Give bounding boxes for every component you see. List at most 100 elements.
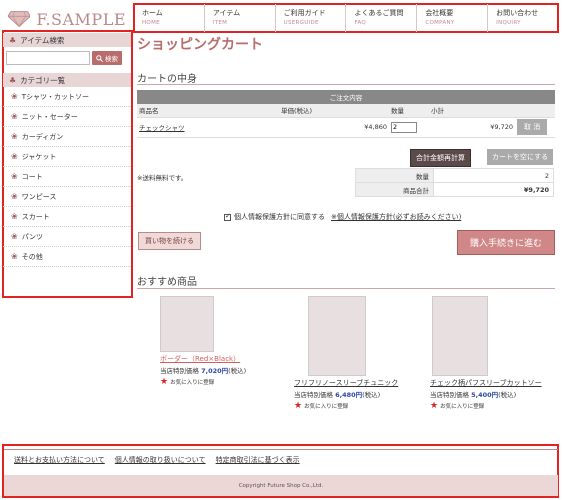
category-label: ジャケット bbox=[21, 152, 57, 161]
favorite-link[interactable]: ★ お気に入りに登録 bbox=[160, 377, 270, 387]
product-photo-placeholder[interactable] bbox=[432, 296, 488, 376]
item-search-heading-label: アイテム検索 bbox=[20, 35, 65, 45]
footer-divider bbox=[4, 449, 558, 450]
flower-bullet-icon: ❀ bbox=[11, 172, 18, 181]
footer-link-privacy[interactable]: 個人情報の取り扱いについて bbox=[115, 455, 206, 465]
recommend-heading-divider bbox=[137, 288, 555, 289]
product-name[interactable]: フリフリノースリーブチュニック bbox=[294, 378, 414, 388]
category-label: Tシャツ・カットソー bbox=[21, 92, 89, 101]
nav-label: 会社概要 bbox=[425, 9, 454, 17]
nav-sublabel: HOME bbox=[142, 20, 160, 26]
category-label: スカート bbox=[21, 212, 50, 221]
favorite-link[interactable]: ★ お気に入りに登録 bbox=[294, 401, 414, 411]
copyright-text: Copyright Future Shop Co.,Ltd. bbox=[238, 482, 324, 489]
price-label: 当店特別価格 bbox=[294, 391, 333, 399]
product-photo-placeholder[interactable] bbox=[160, 296, 214, 352]
star-icon: ★ bbox=[294, 401, 303, 411]
product-photo-placeholder[interactable] bbox=[308, 296, 366, 376]
favorite-label: お気に入りに登録 bbox=[304, 404, 349, 410]
product-name[interactable]: ボーダー（Red×Black） bbox=[160, 354, 270, 364]
flower-bullet-icon: ❀ bbox=[11, 152, 18, 161]
col-delete-header bbox=[515, 104, 555, 118]
search-input[interactable] bbox=[6, 51, 90, 65]
nav-label: よくあるご質問 bbox=[354, 9, 404, 17]
category-item[interactable]: ❀ その他 bbox=[3, 247, 131, 267]
favorite-label: お気に入りに登録 bbox=[440, 404, 485, 410]
cart-heading-divider bbox=[137, 84, 555, 85]
nav-label: ホーム bbox=[142, 9, 163, 17]
category-label: その他 bbox=[21, 252, 43, 261]
tax-label: (税込) bbox=[228, 367, 247, 375]
privacy-row: ✓ 個人情報保護方針に同意する ※個人情報保護方針(必ずお読みください) bbox=[224, 212, 461, 222]
nav-inquiry[interactable]: お問い合わせ INQUIRY bbox=[488, 4, 558, 32]
category-item[interactable]: ❀ Tシャツ・カットソー bbox=[3, 87, 131, 107]
checkmark-icon: ✓ bbox=[225, 211, 231, 220]
search-button-label: 検索 bbox=[105, 55, 118, 63]
diamond-logo-icon bbox=[8, 11, 31, 28]
cart-table-caption: ご注文内容 bbox=[137, 90, 555, 104]
nav-label: アイテム bbox=[212, 9, 241, 17]
sum-total-value: ¥9,720 bbox=[433, 182, 554, 197]
privacy-checkbox[interactable]: ✓ bbox=[224, 211, 231, 221]
table-row: チェックシャツ ¥4,860 ¥9,720 取 消 bbox=[137, 117, 555, 138]
global-nav: ホーム HOME アイテム ITEM ご利用ガイド USERGUIDE よくあるご質問… bbox=[134, 4, 558, 32]
copyright-band: Copyright Future Shop Co.,Ltd. bbox=[4, 475, 558, 496]
site-logo[interactable]: F.SAMPLE bbox=[8, 6, 126, 32]
category-list: ❀ Tシャツ・カットソー ❀ ニット・セーター ❀ カーディガン ❀ ジャケット ❀ コー… bbox=[3, 87, 131, 267]
category-item[interactable]: ❀ パンツ bbox=[3, 227, 131, 247]
logo-text: F.SAMPLE bbox=[36, 9, 126, 29]
category-item[interactable]: ❀ カーディガン bbox=[3, 127, 131, 147]
category-item[interactable]: ❀ ニット・セーター bbox=[3, 107, 131, 127]
category-heading: ♣ カテゴリ一覧 bbox=[3, 73, 131, 87]
privacy-agree-label: 個人情報保護方針に同意する bbox=[234, 213, 325, 221]
category-label: カーディガン bbox=[21, 132, 64, 141]
category-item[interactable]: ❀ ジャケット bbox=[3, 147, 131, 167]
privacy-policy-link[interactable]: ※個人情報保護方針(必ずお読みください) bbox=[331, 212, 461, 222]
tax-label: (税込) bbox=[498, 391, 517, 399]
product-card[interactable]: ボーダー（Red×Black） 当店特別価格 7,020円(税込) ★ お気に入り… bbox=[160, 296, 270, 387]
flower-bullet-icon: ❀ bbox=[11, 132, 18, 141]
flower-bullet-icon: ❀ bbox=[11, 112, 18, 121]
category-item[interactable]: ❀ ワンピース bbox=[3, 187, 131, 207]
flower-bullet-icon: ❀ bbox=[11, 252, 18, 261]
favorite-label: お気に入りに登録 bbox=[170, 380, 215, 386]
price-value: 6,480円 bbox=[335, 391, 363, 399]
star-icon: ★ bbox=[160, 377, 169, 387]
col-name-header: 商品名 bbox=[137, 104, 279, 118]
empty-cart-button[interactable]: カートを空にする bbox=[487, 149, 554, 165]
favorite-link[interactable]: ★ お気に入りに登録 bbox=[430, 401, 555, 411]
product-name[interactable]: チェック柄パフスリーブカットソー bbox=[430, 378, 555, 388]
search-button[interactable]: 検索 bbox=[92, 51, 122, 65]
col-subtotal-header: 小計 bbox=[429, 104, 515, 118]
product-price-row: 当店特別価格 5,400円(税込) bbox=[430, 389, 555, 399]
cart-item-name-link[interactable]: チェックシャツ bbox=[139, 124, 185, 132]
nav-company[interactable]: 会社概要 COMPANY bbox=[417, 4, 489, 32]
nav-home[interactable]: ホーム HOME bbox=[134, 4, 205, 32]
col-unit-price-header: 単価(税込) bbox=[279, 104, 389, 118]
tax-label: (税込) bbox=[362, 391, 381, 399]
star-icon: ★ bbox=[430, 401, 439, 411]
continue-shopping-button[interactable]: 買い物を続ける bbox=[138, 232, 201, 250]
footer-link-legal[interactable]: 特定商取引法に基づく表示 bbox=[216, 455, 300, 465]
recalc-button[interactable]: 合計金額再計算 bbox=[410, 149, 471, 167]
nav-faq[interactable]: よくあるご質問 FAQ bbox=[346, 4, 418, 32]
nav-sublabel: ITEM bbox=[212, 20, 228, 26]
checkout-button[interactable]: 購入手続きに進む bbox=[457, 230, 556, 255]
nav-label: お問い合わせ bbox=[496, 9, 539, 17]
sum-qty-value: 2 bbox=[433, 168, 554, 183]
cart-item-unit-price: ¥4,860 bbox=[279, 117, 389, 138]
footer-link-shipping[interactable]: 送料とお支払い方法について bbox=[14, 455, 105, 465]
category-item[interactable]: ❀ コート bbox=[3, 167, 131, 187]
product-card[interactable]: チェック柄パフスリーブカットソー 当店特別価格 5,400円(税込) ★ お気に入… bbox=[430, 296, 555, 411]
product-card[interactable]: フリフリノースリーブチュニック 当店特別価格 6,480円(税込) ★ お気に入り… bbox=[294, 296, 414, 411]
flower-bullet-icon: ❀ bbox=[11, 232, 18, 241]
delete-item-button[interactable]: 取 消 bbox=[517, 119, 548, 135]
nav-userguide[interactable]: ご利用ガイド USERGUIDE bbox=[276, 4, 347, 32]
nav-sublabel: FAQ bbox=[354, 20, 367, 26]
quantity-input[interactable] bbox=[391, 121, 417, 133]
category-item[interactable]: ❀ スカート bbox=[3, 207, 131, 227]
category-label: ワンピース bbox=[21, 192, 57, 201]
nav-sublabel: INQUIRY bbox=[496, 20, 521, 26]
nav-item[interactable]: アイテム ITEM bbox=[205, 4, 276, 32]
category-heading-label: カテゴリ一覧 bbox=[20, 75, 66, 85]
